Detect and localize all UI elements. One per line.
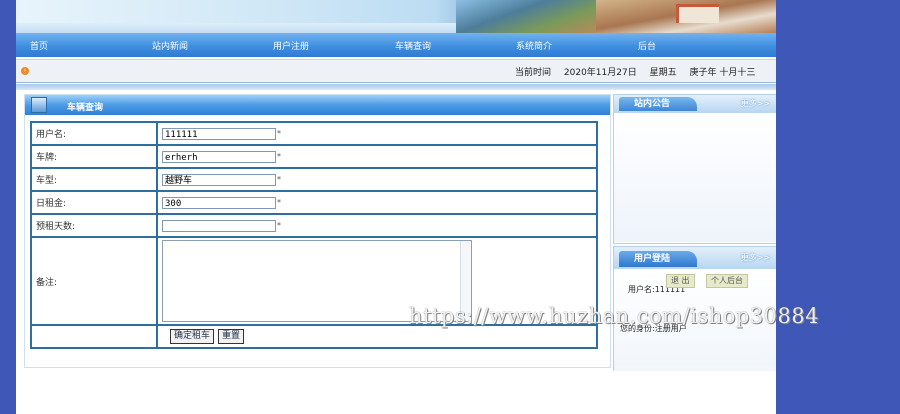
required-mark: * bbox=[277, 198, 281, 207]
nav-register[interactable]: 用户注册 bbox=[273, 39, 309, 52]
nav-home[interactable]: 首页 bbox=[30, 39, 48, 52]
form-row-plate: 车牌: erherh * bbox=[30, 144, 598, 169]
watermark-text: https://www.huzhan.com/ishop30884 bbox=[409, 304, 820, 328]
form-row-daily-rent: 日租金: 300 * bbox=[30, 190, 598, 215]
notice-title: 站内公告 bbox=[619, 97, 697, 111]
username-input[interactable]: 111111 bbox=[162, 127, 276, 140]
banner-building bbox=[676, 4, 719, 23]
nav-admin[interactable]: 后台 bbox=[638, 39, 656, 52]
username-label: 用户名: bbox=[30, 121, 158, 146]
required-mark: * bbox=[277, 221, 281, 230]
login-more-link[interactable]: 更多>> bbox=[741, 252, 770, 263]
form-row-username: 用户名: 111111 * bbox=[30, 121, 598, 146]
page-bottom bbox=[16, 371, 776, 414]
rental-days-input[interactable] bbox=[162, 219, 276, 232]
arrow-bullet-icon: › bbox=[21, 67, 29, 75]
rental-days-label: 预租天数: bbox=[30, 213, 158, 238]
current-time: 当前时间 2020年11月27日 星期五 庚子年 十月十三 bbox=[515, 65, 765, 78]
required-mark: * bbox=[277, 175, 281, 184]
divider-strip bbox=[16, 84, 776, 90]
nav-vehicle-query[interactable]: 车辆查询 bbox=[395, 39, 431, 52]
form-row-actions: 确定租车 重置 bbox=[30, 324, 598, 349]
form-row-model: 车型: 越野车 * bbox=[30, 167, 598, 192]
time-label: 当前时间 bbox=[515, 68, 552, 78]
login-title: 用户登陆 bbox=[619, 251, 697, 267]
remark-label: 备注: bbox=[30, 236, 158, 326]
form-row-days: 预租天数: * bbox=[30, 213, 598, 238]
reset-button[interactable]: 重置 bbox=[218, 329, 245, 344]
plate-label: 车牌: bbox=[30, 144, 158, 169]
required-mark: * bbox=[277, 129, 281, 138]
notice-more-link[interactable]: 更多>> bbox=[741, 98, 770, 109]
notice-header: 站内公告 更多>> bbox=[614, 95, 776, 113]
notice-body bbox=[614, 115, 776, 242]
plate-input[interactable]: erherh bbox=[162, 150, 276, 163]
personal-backend-button[interactable]: 个人后台 bbox=[706, 274, 748, 288]
weekday-text: 星期五 bbox=[649, 68, 677, 78]
page: 首页 站内新闻 用户注册 车辆查询 系统简介 后台 › 当前时间 2020年11… bbox=[16, 0, 776, 414]
required-mark: * bbox=[277, 152, 281, 161]
info-bar: › 当前时间 2020年11月27日 星期五 庚子年 十月十三 bbox=[16, 59, 776, 83]
banner-sky bbox=[16, 23, 476, 33]
notice-box: 站内公告 更多>> bbox=[613, 94, 776, 244]
lunar-date-text: 庚子年 十月十三 bbox=[689, 68, 756, 78]
banner-photo bbox=[456, 0, 596, 33]
login-header: 用户登陆 更多>> bbox=[614, 247, 776, 269]
panel-header: 车辆查询 bbox=[25, 95, 610, 115]
model-label: 车型: bbox=[30, 167, 158, 192]
model-input[interactable]: 越野车 bbox=[162, 173, 276, 186]
daily-rent-input[interactable]: 300 bbox=[162, 196, 276, 209]
date-text: 2020年11月27日 bbox=[563, 68, 637, 78]
logout-button[interactable]: 退 出 bbox=[666, 274, 695, 288]
computer-icon bbox=[31, 97, 47, 113]
nav-news[interactable]: 站内新闻 bbox=[152, 39, 188, 52]
banner bbox=[16, 0, 776, 33]
main-nav: 首页 站内新闻 用户注册 车辆查询 系统简介 后台 bbox=[16, 33, 776, 57]
daily-rent-label: 日租金: bbox=[30, 190, 158, 215]
nav-about[interactable]: 系统简介 bbox=[516, 39, 552, 52]
confirm-rent-button[interactable]: 确定租车 bbox=[170, 329, 215, 344]
panel-title: 车辆查询 bbox=[67, 103, 104, 113]
